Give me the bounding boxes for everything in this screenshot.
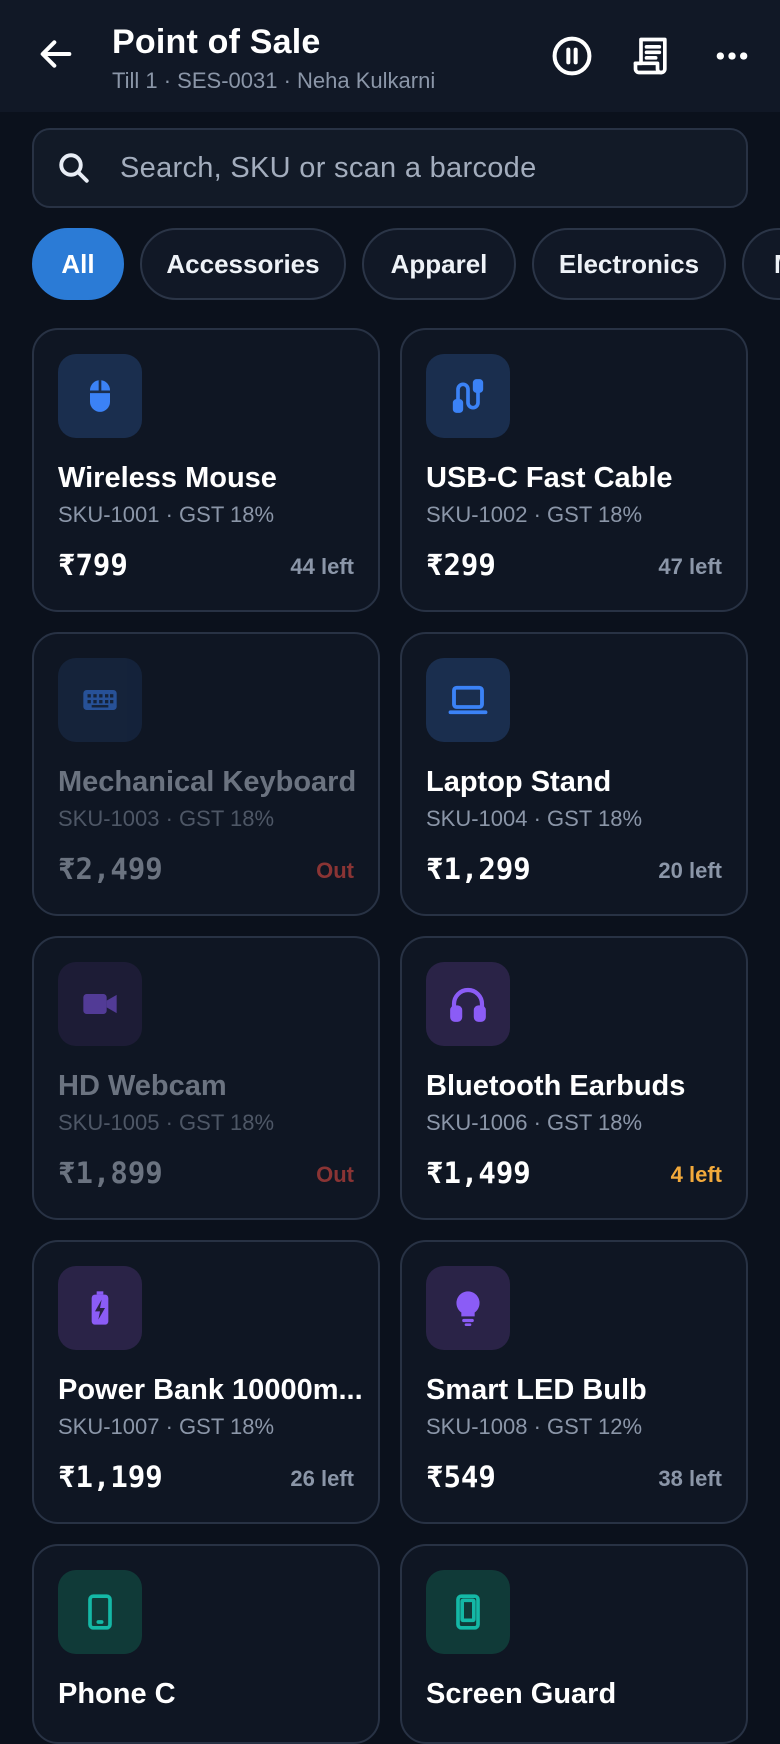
receipt-icon[interactable] xyxy=(628,32,676,80)
product-price: ₹1,899 xyxy=(58,1156,163,1190)
product-meta: SKU-1007 · GST 18% xyxy=(58,1414,275,1439)
stock-status: 20 left xyxy=(658,858,722,883)
product-meta: SKU-1005 · GST 18% xyxy=(58,1110,275,1135)
mouse-icon xyxy=(58,354,142,438)
product-card[interactable]: HD Webcam SKU-1005 · GST 18% ₹1,899 Out xyxy=(32,936,380,1220)
category-filter: All Accessories Apparel Electronics M xyxy=(0,228,780,300)
product-price: ₹299 xyxy=(426,548,496,582)
keyboard-icon xyxy=(58,658,142,742)
product-price: ₹1,199 xyxy=(58,1460,163,1494)
product-name: Wireless Mouse xyxy=(58,462,277,494)
product-name: Mechanical Keyboard xyxy=(58,766,357,798)
product-price: ₹1,299 xyxy=(426,852,531,886)
search-bar[interactable] xyxy=(32,128,748,208)
laptop-icon xyxy=(426,658,510,742)
product-card[interactable]: Mechanical Keyboard SKU-1003 · GST 18% ₹… xyxy=(32,632,380,916)
product-name: Phone C xyxy=(58,1678,176,1710)
product-price: ₹2,499 xyxy=(58,852,163,886)
product-price: ₹799 xyxy=(58,548,128,582)
product-card[interactable]: Wireless Mouse SKU-1001 · GST 18% ₹799 4… xyxy=(32,328,380,612)
headphones-icon xyxy=(426,962,510,1046)
stock-status: 4 left xyxy=(670,1162,722,1187)
chip-apparel[interactable]: Apparel xyxy=(362,228,516,300)
product-meta: SKU-1002 · GST 18% xyxy=(426,502,643,527)
app-header: Point of Sale Till 1 · SES-0031 · Neha K… xyxy=(0,0,780,112)
product-price: ₹1,499 xyxy=(426,1156,531,1190)
chip-electronics[interactable]: Electronics xyxy=(532,228,726,300)
chip-more[interactable]: M xyxy=(742,228,780,300)
product-card[interactable]: USB-C Fast Cable SKU-1002 · GST 18% ₹299… xyxy=(400,328,748,612)
product-meta: SKU-1004 · GST 18% xyxy=(426,806,643,831)
product-meta: SKU-1003 · GST 18% xyxy=(58,806,275,831)
product-name: HD Webcam xyxy=(58,1070,227,1102)
product-name: USB-C Fast Cable xyxy=(426,462,673,494)
product-meta: SKU-1001 · GST 18% xyxy=(58,502,275,527)
product-card[interactable]: Bluetooth Earbuds SKU-1006 · GST 18% ₹1,… xyxy=(400,936,748,1220)
title-block: Point of Sale Till 1 · SES-0031 · Neha K… xyxy=(112,22,435,94)
product-name: Screen Guard xyxy=(426,1678,617,1710)
product-card[interactable]: Laptop Stand SKU-1004 · GST 18% ₹1,299 2… xyxy=(400,632,748,916)
product-card[interactable]: Phone C xyxy=(32,1544,380,1744)
video-camera-icon xyxy=(58,962,142,1046)
page-title: Point of Sale xyxy=(112,23,321,61)
chip-accessories[interactable]: Accessories xyxy=(140,228,346,300)
product-meta: SKU-1006 · GST 18% xyxy=(426,1110,643,1135)
back-arrow-icon[interactable] xyxy=(32,30,80,78)
session-subtitle: Till 1 · SES-0031 · Neha Kulkarni xyxy=(112,68,436,93)
product-name: Smart LED Bulb xyxy=(426,1374,647,1406)
pause-icon[interactable] xyxy=(548,32,596,80)
product-card[interactable]: Power Bank 10000m... SKU-1007 · GST 18% … xyxy=(32,1240,380,1524)
cable-icon xyxy=(426,354,510,438)
stock-status: 47 left xyxy=(658,554,722,579)
stock-status: 44 left xyxy=(290,554,354,579)
more-icon[interactable] xyxy=(708,32,756,80)
phone-icon xyxy=(58,1570,142,1654)
product-card[interactable]: Smart LED Bulb SKU-1008 · GST 12% ₹549 3… xyxy=(400,1240,748,1524)
stock-status: Out xyxy=(316,858,354,883)
stock-status: 26 left xyxy=(290,1466,354,1491)
lightbulb-icon xyxy=(426,1266,510,1350)
stock-status: 38 left xyxy=(658,1466,722,1491)
product-card[interactable]: Screen Guard xyxy=(400,1544,748,1744)
search-input[interactable] xyxy=(120,144,720,192)
product-price: ₹549 xyxy=(426,1460,496,1494)
phone-icon xyxy=(426,1570,510,1654)
battery-charging-icon xyxy=(58,1266,142,1350)
product-meta: SKU-1008 · GST 12% xyxy=(426,1414,643,1439)
search-icon xyxy=(59,153,89,183)
product-name: Power Bank 10000m... xyxy=(58,1374,363,1406)
stock-status: Out xyxy=(316,1162,354,1187)
chip-all[interactable]: All xyxy=(32,228,124,300)
product-name: Bluetooth Earbuds xyxy=(426,1070,686,1102)
product-name: Laptop Stand xyxy=(426,766,612,798)
